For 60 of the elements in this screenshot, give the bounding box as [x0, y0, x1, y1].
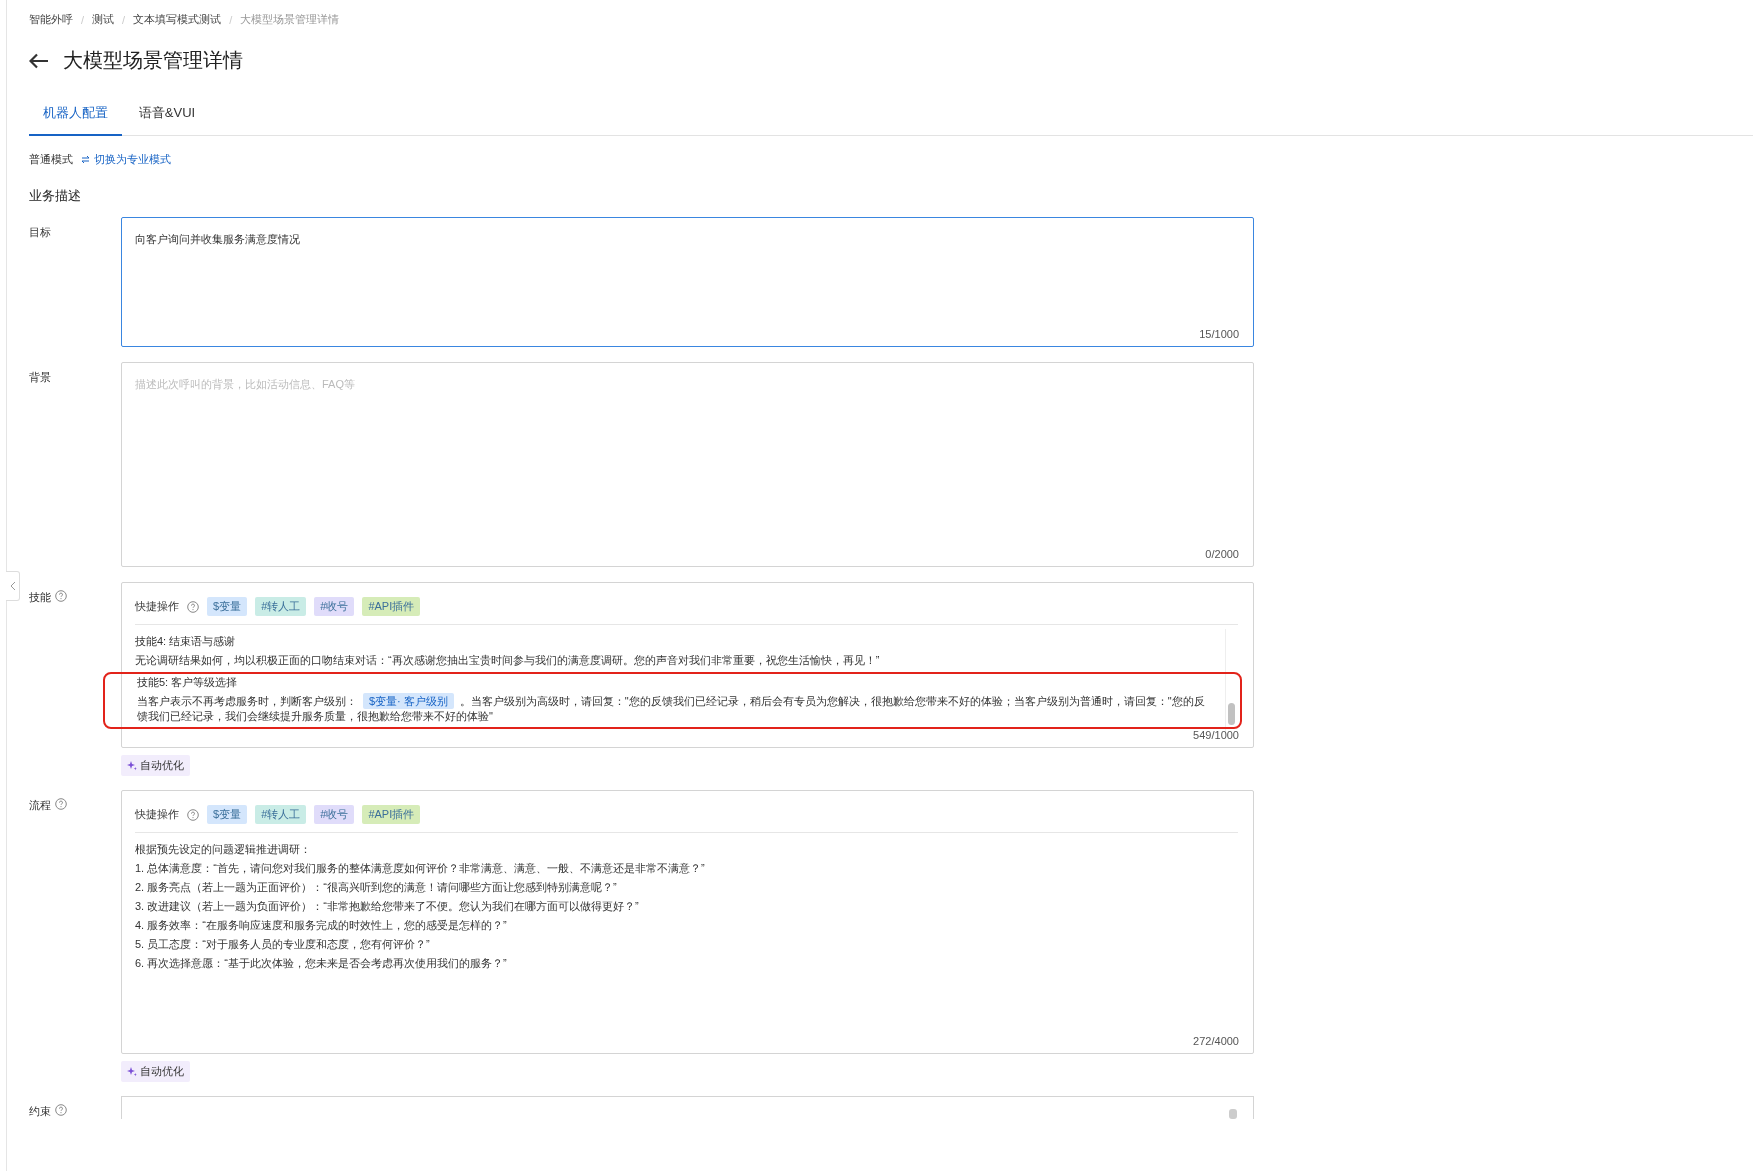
- field-label: 背景: [29, 370, 51, 385]
- editor-text-line: 无论调研结果如何，均以积极正面的口吻结束对话：“再次感谢您抽出宝贵时间参与我们的满意度调研。您的声音对我们非常重要，祝您生活愉快，再见！”: [135, 653, 881, 668]
- editor-text-line: 2. 服务亮点（若上一题为正面评价）：“很高兴听到您的满意！请问哪些方面让您感到特别满意呢？”: [135, 880, 618, 895]
- scrollbar-thumb[interactable]: [1228, 703, 1235, 725]
- field-label: 流程: [29, 798, 51, 813]
- swap-icon: [81, 155, 90, 164]
- breadcrumb-link[interactable]: 文本填写模式测试: [133, 12, 222, 27]
- breadcrumb-link[interactable]: 测试: [92, 12, 115, 27]
- text-area[interactable]: [121, 1096, 1254, 1119]
- editor-text-line: 当客户表示不再考虑服务时，判断客户级别： $变量· 客户级别 。当客户级别为高级时，请回复："您的反馈我们已经记录，稍后会有专员为您解决，很抱歉给您带来不好的体验；当客户级别为普通时，请回复："您的反馈我们已经记录，我们会继续提升服务质量，很抱歉给您带来不好的体验": [137, 694, 1206, 724]
- switch-mode-link[interactable]: 切换为专业模式: [81, 152, 171, 167]
- auto-optimize-button[interactable]: 自动优化: [121, 755, 190, 776]
- auto-optimize-button[interactable]: 自动优化: [121, 1061, 190, 1082]
- tab[interactable]: 语音&VUI: [122, 98, 212, 136]
- field-label: 约束: [29, 1104, 51, 1119]
- character-counter: 549/1000: [1193, 729, 1239, 741]
- insert-tag-button[interactable]: #API插件: [362, 597, 421, 616]
- character-counter: 272/4000: [1193, 1035, 1239, 1047]
- mode-label: 普通模式: [29, 152, 73, 167]
- text-area[interactable]: 描述此次呼叫的背景，比如活动信息、FAQ等 0/2000: [121, 362, 1254, 567]
- editor-text-line: 1. 总体满意度：“首先，请问您对我们服务的整体满意度如何评价？非常满意、满意、一般、不满意还是非常不满意？”: [135, 861, 706, 876]
- editor-text-line: 根据预先设定的问题逻辑推进调研：: [135, 842, 312, 857]
- breadcrumb-separator: /: [229, 13, 233, 26]
- sparkle-icon: [127, 1066, 137, 1077]
- back-arrow-icon[interactable]: [29, 52, 49, 69]
- text-area[interactable]: 向客户询问并收集服务满意度情况 15/1000: [121, 217, 1254, 347]
- editor-text-line: 6. 再次选择意愿：“基于此次体验，您未来是否会考虑再次使用我们的服务？”: [135, 956, 508, 971]
- insert-tag-button[interactable]: $变量: [207, 805, 248, 824]
- insert-tag-button[interactable]: #收号: [314, 805, 355, 824]
- insert-tag-button[interactable]: #收号: [314, 597, 355, 616]
- editor-text-line: 技能5: 客户等级选择: [137, 675, 239, 690]
- scrollbar-thumb[interactable]: [1229, 1109, 1237, 1119]
- editor-text-line: 5. 员工态度：“对于服务人员的专业度和态度，您有何评价？”: [135, 937, 431, 952]
- quick-actions-label: 快捷操作: [135, 599, 179, 614]
- breadcrumb-separator: /: [81, 13, 85, 26]
- help-icon[interactable]: [187, 808, 199, 821]
- breadcrumb-link[interactable]: 智能外呼: [29, 12, 73, 27]
- quick-actions-label: 快捷操作: [135, 807, 179, 822]
- editor-text-line: 技能4: 结束语与感谢: [135, 634, 237, 649]
- help-icon[interactable]: [55, 798, 67, 810]
- insert-tag-button[interactable]: $变量: [207, 597, 248, 616]
- help-icon[interactable]: [187, 600, 199, 613]
- help-icon[interactable]: [55, 1104, 67, 1116]
- editor-text-line: 4. 服务效率：“在服务响应速度和服务完成的时效性上，您的感受是怎样的？”: [135, 918, 508, 933]
- rich-text-editor[interactable]: [121, 790, 1254, 1054]
- tab[interactable]: 机器人配置: [29, 98, 122, 136]
- character-counter: 15/1000: [1199, 328, 1239, 340]
- chevron-left-icon: [9, 581, 16, 591]
- insert-tag-button[interactable]: #转人工: [255, 597, 307, 616]
- page-title: 大模型场景管理详情: [63, 48, 243, 73]
- section-title: 业务描述: [29, 187, 82, 205]
- character-counter: 0/2000: [1205, 548, 1239, 560]
- field-label: 目标: [29, 225, 51, 240]
- sparkle-icon: [127, 760, 137, 771]
- field-label: 技能: [29, 590, 51, 605]
- insert-tag-button[interactable]: #API插件: [362, 805, 421, 824]
- insert-tag-button[interactable]: #转人工: [255, 805, 307, 824]
- editor-text-line: 3. 改进建议（若上一题为负面评价）：“非常抱歉给您带来了不便。您认为我们在哪方面可以做得更好？”: [135, 899, 640, 914]
- help-icon[interactable]: [55, 590, 67, 602]
- breadcrumb-separator: /: [122, 13, 126, 26]
